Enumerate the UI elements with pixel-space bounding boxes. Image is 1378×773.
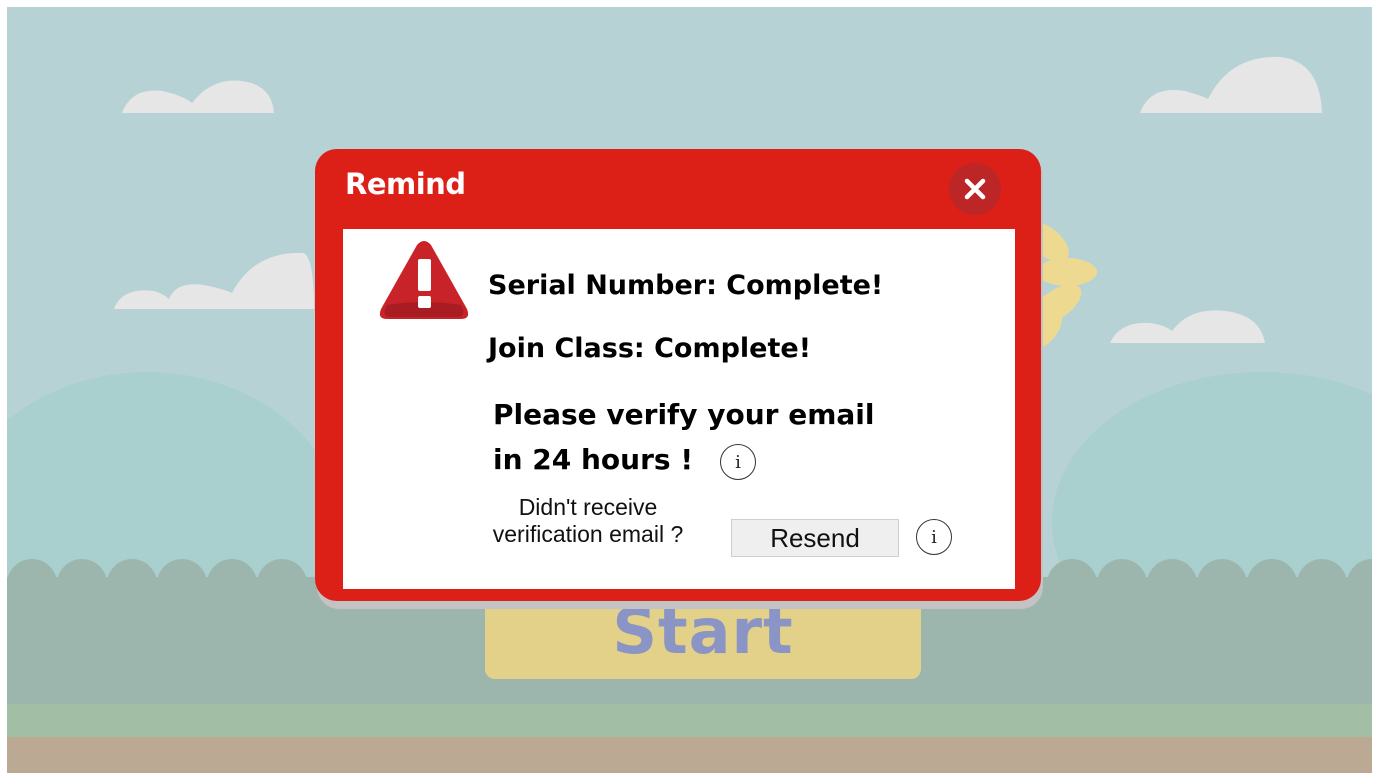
remind-dialog: Remind Serial Number: Complete! Join Cla…: [315, 149, 1041, 601]
join-class-status: Join Class: Complete!: [488, 333, 812, 364]
grass-strip: [7, 704, 1372, 738]
cloud: [1140, 56, 1322, 113]
dialog-title: Remind: [345, 167, 466, 201]
info-icon[interactable]: i: [720, 444, 756, 480]
verify-deadline-message: in 24 hours !: [493, 443, 694, 476]
cloud: [114, 252, 314, 309]
game-screen: Start Remind Serial Number: Complete! Jo…: [7, 7, 1372, 773]
start-button-label: Start: [612, 595, 794, 668]
close-button[interactable]: [949, 163, 1001, 215]
ground-strip: [7, 737, 1372, 773]
verify-email-message: Please verify your email: [493, 398, 875, 431]
cloud: [122, 80, 274, 113]
resend-note-line: verification email ?: [492, 521, 684, 547]
resend-note-line: Didn't receive: [518, 494, 658, 520]
cloud: [1110, 310, 1265, 343]
serial-number-status: Serial Number: Complete!: [488, 270, 884, 301]
warning-triangle-icon: [379, 241, 469, 319]
resend-button[interactable]: Resend: [731, 519, 899, 557]
dialog-body: Serial Number: Complete! Join Class: Com…: [343, 229, 1015, 589]
resend-note: Didn't receive verification email ?: [463, 494, 713, 548]
close-icon: [964, 178, 986, 200]
info-icon[interactable]: i: [916, 519, 952, 555]
